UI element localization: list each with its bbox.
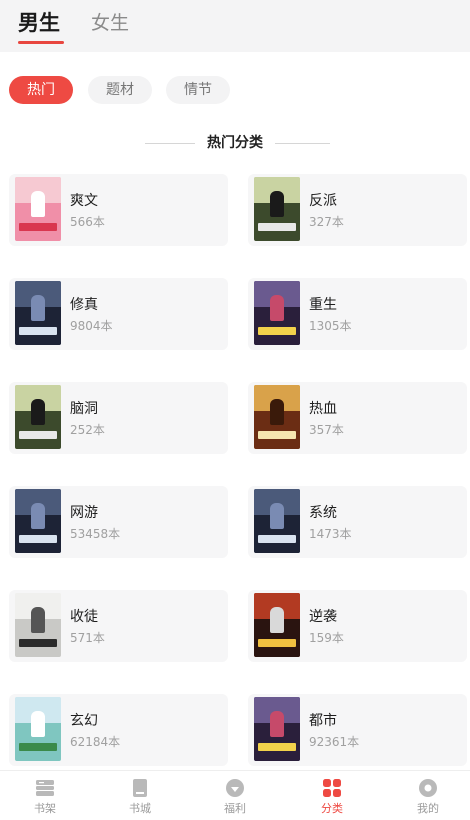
nav-welfare[interactable]: 福利 <box>205 777 265 816</box>
book-cover-image <box>254 593 300 657</box>
nav-mine[interactable]: 我的 <box>398 777 458 816</box>
book-cover-image <box>254 697 300 761</box>
category-book-count: 92361本 <box>309 735 360 749</box>
book-cover-image <box>254 281 300 345</box>
category-name: 脑洞 <box>70 401 98 417</box>
category-name: 都市 <box>309 713 337 729</box>
category-name: 重生 <box>309 297 337 313</box>
book-cover-image <box>254 489 300 553</box>
filter-chip-hot[interactable]: 热门 <box>9 76 73 104</box>
category-name: 反派 <box>309 193 337 209</box>
category-card[interactable]: 热血 357本 <box>248 382 467 454</box>
filter-chip-plot[interactable]: 情节 <box>166 76 230 104</box>
category-name: 系统 <box>309 505 337 521</box>
category-card[interactable]: 修真 9804本 <box>9 278 228 350</box>
book-cover-image <box>15 177 61 241</box>
category-name: 收徒 <box>70 609 98 625</box>
nav-label: 分类 <box>321 802 343 815</box>
category-name: 玄幻 <box>70 713 98 729</box>
book-cover-image <box>15 385 61 449</box>
book-cover-image <box>254 385 300 449</box>
category-card[interactable]: 系统 1473本 <box>248 486 467 558</box>
category-card[interactable]: 重生 1305本 <box>248 278 467 350</box>
category-book-count: 566本 <box>70 215 105 229</box>
category-name: 热血 <box>309 401 337 417</box>
filter-chip-theme[interactable]: 题材 <box>88 76 152 104</box>
category-name: 修真 <box>70 297 98 313</box>
bookshelf-icon <box>36 780 54 796</box>
nav-bookstore[interactable]: 书城 <box>110 777 170 816</box>
category-book-count: 9804本 <box>70 319 113 333</box>
nav-label: 我的 <box>417 802 439 815</box>
gender-tab-bar: 男生 女生 <box>0 0 470 52</box>
category-card[interactable]: 都市 92361本 <box>248 694 467 766</box>
category-card[interactable]: 收徒 571本 <box>9 590 228 662</box>
nav-label: 福利 <box>224 802 246 815</box>
tab-male[interactable]: 男生 <box>18 10 60 36</box>
category-card[interactable]: 玄幻 62184本 <box>9 694 228 766</box>
tab-female[interactable]: 女生 <box>91 10 129 36</box>
category-book-count: 1473本 <box>309 527 352 541</box>
gift-icon <box>226 779 244 797</box>
category-card[interactable]: 反派 327本 <box>248 174 467 246</box>
nav-label: 书城 <box>129 802 151 815</box>
category-name: 爽文 <box>70 193 98 209</box>
book-cover-image <box>15 593 61 657</box>
active-tab-indicator <box>18 41 64 44</box>
book-cover-image <box>15 697 61 761</box>
book-icon <box>133 779 147 797</box>
category-book-count: 357本 <box>309 423 344 437</box>
category-name: 网游 <box>70 505 98 521</box>
nav-bookshelf[interactable]: 书架 <box>15 777 75 816</box>
category-grid-icon <box>323 779 341 797</box>
book-cover-image <box>254 177 300 241</box>
section-title: 热门分类 <box>207 135 263 151</box>
profile-icon <box>419 779 437 797</box>
nav-category[interactable]: 分类 <box>302 777 362 816</box>
section-divider-right <box>275 143 330 144</box>
category-book-count: 252本 <box>70 423 105 437</box>
category-card[interactable]: 脑洞 252本 <box>9 382 228 454</box>
category-book-count: 327本 <box>309 215 344 229</box>
category-book-count: 1305本 <box>309 319 352 333</box>
category-name: 逆袭 <box>309 609 337 625</box>
category-book-count: 62184本 <box>70 735 121 749</box>
book-cover-image <box>15 489 61 553</box>
category-book-count: 571本 <box>70 631 105 645</box>
category-card[interactable]: 爽文 566本 <box>9 174 228 246</box>
category-card[interactable]: 逆袭 159本 <box>248 590 467 662</box>
bottom-nav: 书架 书城 福利 分类 我的 <box>0 770 470 820</box>
book-cover-image <box>15 281 61 345</box>
nav-label: 书架 <box>34 802 56 815</box>
category-book-count: 53458本 <box>70 527 121 541</box>
category-book-count: 159本 <box>309 631 344 645</box>
category-card[interactable]: 网游 53458本 <box>9 486 228 558</box>
category-page: 男生 女生 热门 题材 情节 热门分类 爽文 566本 反派 327本修真 9804本 重… <box>0 0 470 820</box>
